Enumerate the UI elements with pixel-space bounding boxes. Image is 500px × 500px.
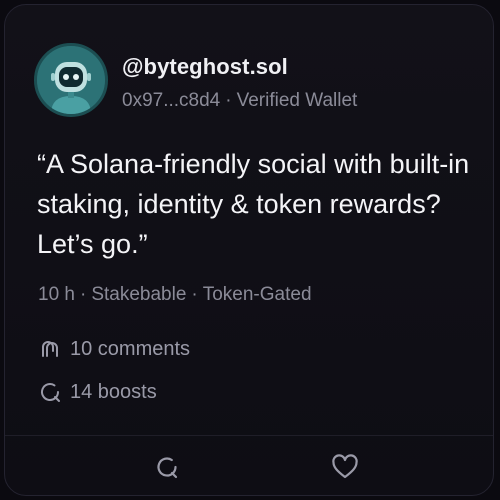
- like-button[interactable]: [330, 452, 360, 482]
- boosts-stat[interactable]: 14 boosts: [38, 378, 157, 406]
- wallet-address: 0x97...c8d4: [122, 90, 221, 111]
- post-card: @byteghost.sol 0x97...c8d4 · Verified Wall…: [4, 4, 494, 496]
- post-quote: “A Solana-friendly social with built-in …: [37, 149, 470, 259]
- divider: [5, 435, 493, 436]
- comments-icon: [38, 337, 62, 361]
- wallet-status: Verified Wallet: [236, 90, 358, 111]
- separator: ·: [79, 284, 87, 305]
- tag-token-gated: Token-Gated: [202, 284, 312, 305]
- tag-stakeable: Stakebable: [91, 284, 187, 305]
- comments-stat[interactable]: 10 comments: [38, 335, 190, 363]
- wallet-line: 0x97...c8d4 · Verified Wallet: [122, 90, 357, 112]
- heart-icon: [332, 454, 358, 479]
- boosts-count: 14 boosts: [70, 380, 157, 403]
- comment-button[interactable]: [152, 452, 182, 482]
- robot-avatar-icon: [37, 46, 105, 114]
- post-time: 10 h: [38, 284, 75, 305]
- author-handle[interactable]: @byteghost.sol: [122, 54, 288, 80]
- separator: ·: [225, 90, 232, 111]
- boost-icon: [38, 380, 62, 404]
- post-meta: 10 h · Stakebable · Token-Gated: [38, 284, 312, 306]
- avatar[interactable]: [34, 43, 108, 117]
- comments-count: 10 comments: [70, 337, 191, 360]
- comment-icon: [157, 457, 178, 479]
- separator: ·: [191, 284, 198, 305]
